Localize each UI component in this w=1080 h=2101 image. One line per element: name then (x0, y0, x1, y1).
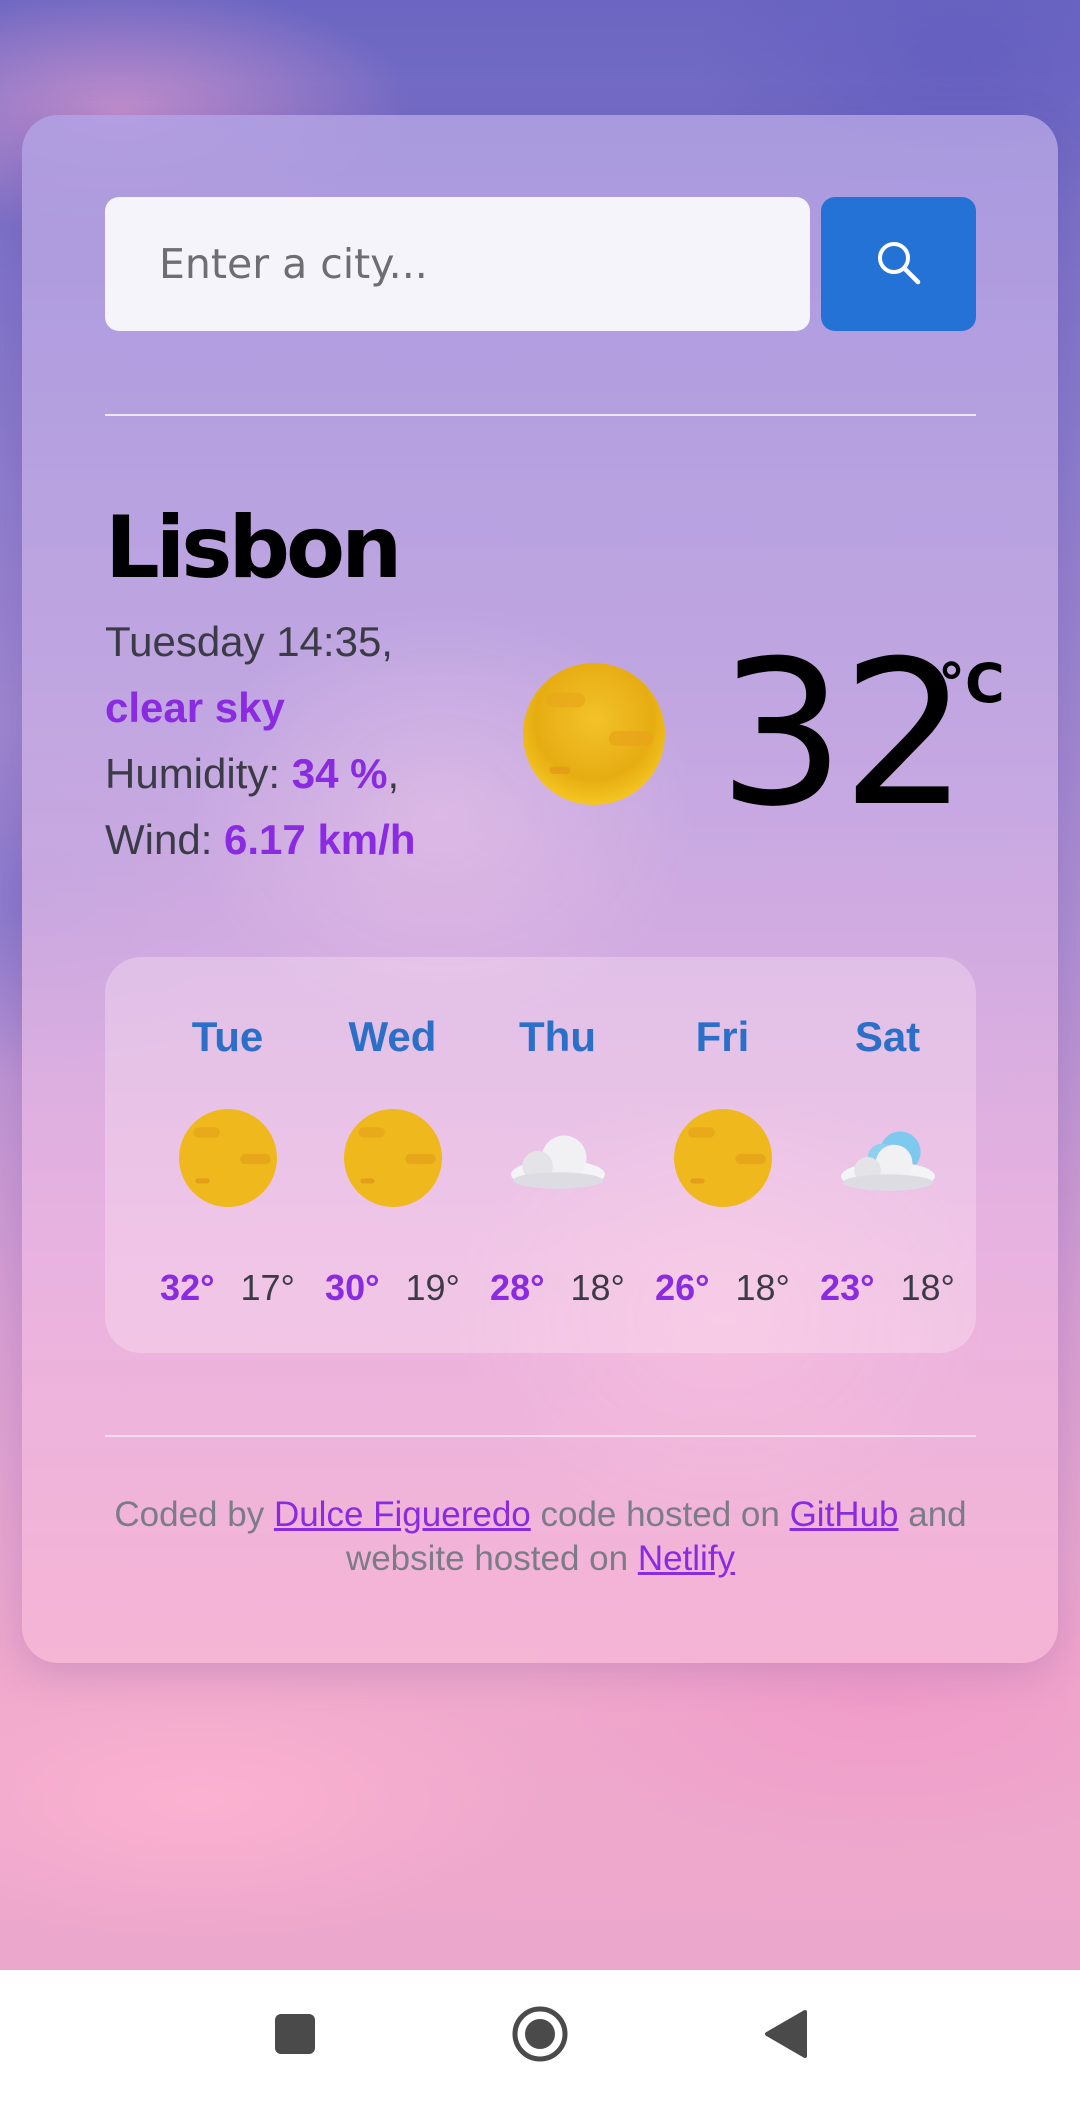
weather-description: clear sky (105, 684, 285, 731)
forecast-temps: 28° 18° (475, 1267, 640, 1309)
forecast-day: Thu 28° 18° (475, 957, 640, 1353)
forecast-max: 23° (820, 1267, 875, 1308)
forecast-day-name: Wed (348, 1013, 437, 1060)
weather-card: Lisbon Tuesday 14:35, clear sky Humidity… (22, 115, 1058, 1663)
humidity-row: Humidity: 34 %, (105, 741, 415, 807)
forecast-min: 19° (405, 1267, 460, 1308)
divider (105, 414, 976, 416)
forecast-max: 30° (325, 1267, 380, 1308)
forecast-day-name: Thu (519, 1013, 596, 1060)
sun-icon (672, 1107, 774, 1209)
humidity-value: 34 % (291, 750, 388, 797)
temperature-unit: °C (938, 652, 1005, 715)
footer-text: Coded by (114, 1495, 274, 1534)
forecast-day: Wed 30° 19° (310, 957, 475, 1353)
circle-home-icon (511, 2005, 569, 2068)
netlify-link[interactable]: Netlify (638, 1539, 735, 1578)
forecast-temps: 26° 18° (640, 1267, 805, 1309)
sun-icon (520, 660, 668, 808)
cloud-icon (837, 1107, 939, 1209)
forecast-day-name: Fri (695, 1013, 750, 1060)
home-button[interactable] (508, 2004, 572, 2068)
forecast-min: 17° (240, 1267, 295, 1308)
recents-button[interactable] (263, 2004, 327, 2068)
search-button[interactable] (821, 197, 976, 331)
forecast-temps: 23° 18° (805, 1267, 970, 1309)
forecast-day-name: Tue (191, 1013, 264, 1060)
footer-text: code hosted on (530, 1495, 790, 1534)
forecast-day: Fri 26° 18° (640, 957, 805, 1353)
search-form (105, 197, 976, 331)
sun-icon (177, 1107, 279, 1209)
search-icon (874, 238, 924, 291)
forecast-min: 18° (900, 1267, 955, 1308)
forecast-temps: 32° 17° (145, 1267, 310, 1309)
forecast-min: 18° (735, 1267, 790, 1308)
forecast-max: 28° (490, 1267, 545, 1308)
divider (105, 1435, 976, 1437)
sun-icon (342, 1107, 444, 1209)
current-temperature: 32 (718, 618, 968, 851)
city-name: Lisbon (105, 498, 402, 598)
city-search-input[interactable] (105, 197, 810, 331)
footer-credits: Coded by Dulce Figueredo code hosted on … (105, 1493, 976, 1581)
forecast-temps: 30° 19° (310, 1267, 475, 1309)
forecast-day-name: Sat (854, 1013, 921, 1060)
android-nav-bar (0, 1970, 1080, 2101)
back-button[interactable] (753, 2004, 817, 2068)
humidity-suffix: , (387, 750, 400, 797)
square-icon (273, 2012, 317, 2061)
cloud-icon (507, 1107, 609, 1209)
forecast-day: Tue 32° 17° (145, 957, 310, 1353)
author-link[interactable]: Dulce Figueredo (274, 1495, 531, 1534)
current-datetime: Tuesday 14:35, (105, 618, 393, 665)
github-link[interactable]: GitHub (790, 1495, 899, 1534)
wind-label: Wind: (105, 816, 213, 863)
wind-value: 6.17 km/h (224, 816, 416, 863)
wind-row: Wind: 6.17 km/h (105, 807, 415, 873)
forecast-day: Sat 23° 18° (805, 957, 970, 1353)
humidity-label: Humidity: (105, 750, 281, 797)
forecast-panel: Tue 32° 17° Wed 30° 19° Thu 28° 18° Fri … (105, 957, 976, 1353)
screen: Lisbon Tuesday 14:35, clear sky Humidity… (0, 0, 1080, 2101)
current-details: Tuesday 14:35, clear sky Humidity: 34 %,… (105, 609, 415, 873)
triangle-back-icon (763, 2009, 807, 2064)
forecast-min: 18° (570, 1267, 625, 1308)
forecast-max: 32° (160, 1267, 215, 1308)
forecast-max: 26° (655, 1267, 710, 1308)
